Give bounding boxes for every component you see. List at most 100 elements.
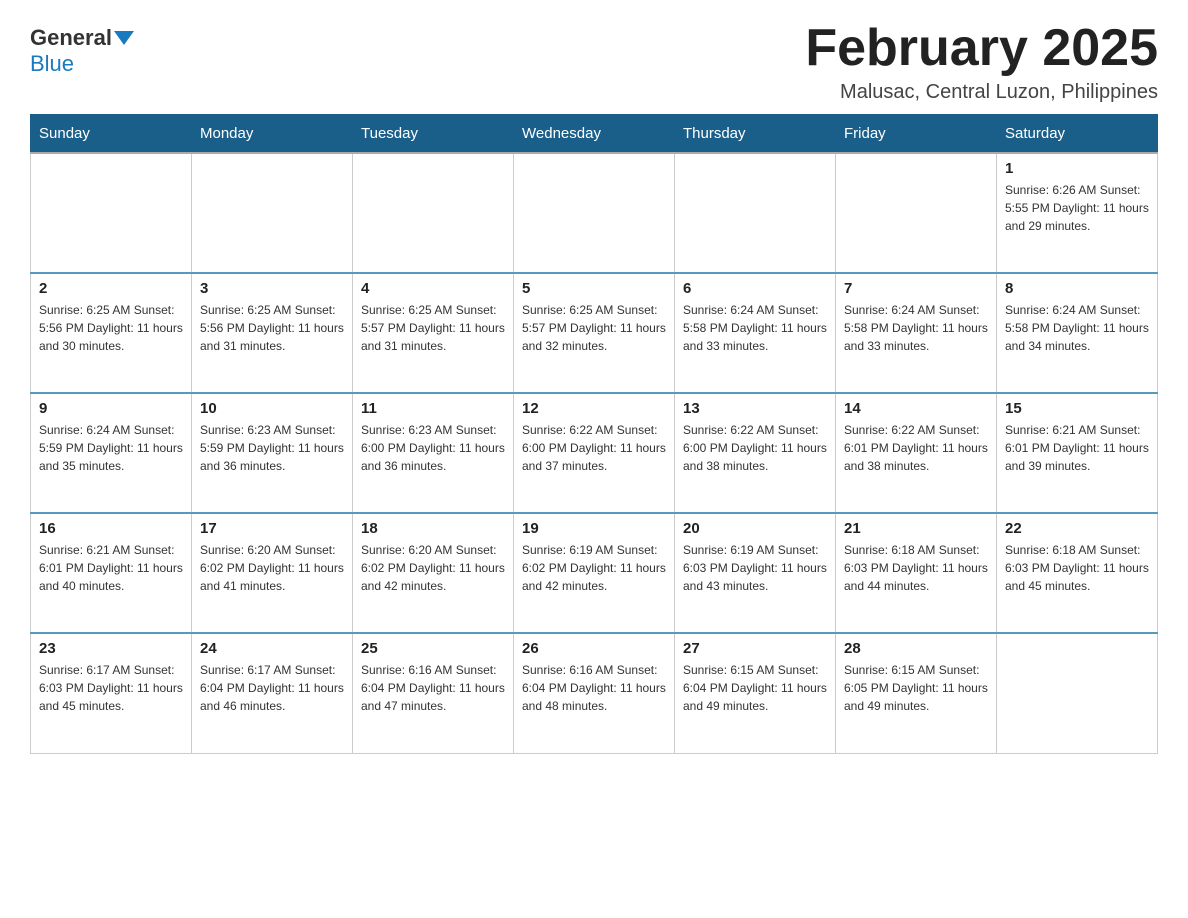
logo-general-text: General	[30, 25, 112, 51]
calendar-week-row: 23 Sunrise: 6:17 AM Sunset: 6:03 PM Dayli…	[31, 633, 1158, 753]
day-number: 24	[200, 640, 344, 657]
day-number: 4	[361, 280, 505, 297]
day-number: 23	[39, 640, 183, 657]
day-number: 15	[1005, 400, 1149, 417]
day-info: Sunrise: 6:20 AM Sunset: 6:02 PM Dayligh…	[361, 541, 505, 595]
calendar-cell: 24 Sunrise: 6:17 AM Sunset: 6:04 PM Dayli…	[192, 633, 353, 753]
calendar-cell	[192, 153, 353, 273]
day-info: Sunrise: 6:20 AM Sunset: 6:02 PM Dayligh…	[200, 541, 344, 595]
weekday-header-monday: Monday	[192, 115, 353, 154]
day-info: Sunrise: 6:24 AM Sunset: 5:59 PM Dayligh…	[39, 421, 183, 475]
calendar-cell: 16Sunrise: 6:21 AM Sunset: 6:01 PM Dayli…	[31, 513, 192, 633]
day-info: Sunrise: 6:24 AM Sunset: 5:58 PM Dayligh…	[683, 301, 827, 355]
calendar-cell	[997, 633, 1158, 753]
calendar-cell: 13 Sunrise: 6:22 AM Sunset: 6:00 PM Dayli…	[675, 393, 836, 513]
day-info: Sunrise: 6:22 AM Sunset: 6:00 PM Dayligh…	[683, 421, 827, 475]
day-number: 1	[1005, 160, 1149, 177]
calendar-cell: 5Sunrise: 6:25 AM Sunset: 5:57 PM Daylig…	[514, 273, 675, 393]
day-number: 10	[200, 400, 344, 417]
calendar-week-row: 1 Sunrise: 6:26 AM Sunset: 5:55 PM Daylig…	[31, 153, 1158, 273]
day-number: 14	[844, 400, 988, 417]
calendar-cell: 12 Sunrise: 6:22 AM Sunset: 6:00 PM Dayli…	[514, 393, 675, 513]
calendar-cell: 6 Sunrise: 6:24 AM Sunset: 5:58 PM Daylig…	[675, 273, 836, 393]
weekday-header-sunday: Sunday	[31, 115, 192, 154]
day-number: 11	[361, 400, 505, 417]
weekday-header-saturday: Saturday	[997, 115, 1158, 154]
day-number: 3	[200, 280, 344, 297]
weekday-header-wednesday: Wednesday	[514, 115, 675, 154]
weekday-header-thursday: Thursday	[675, 115, 836, 154]
calendar-cell	[675, 153, 836, 273]
day-number: 28	[844, 640, 988, 657]
day-number: 19	[522, 520, 666, 537]
day-info: Sunrise: 6:25 AM Sunset: 5:56 PM Dayligh…	[39, 301, 183, 355]
day-number: 6	[683, 280, 827, 297]
day-number: 27	[683, 640, 827, 657]
day-info: Sunrise: 6:23 AM Sunset: 5:59 PM Dayligh…	[200, 421, 344, 475]
day-number: 13	[683, 400, 827, 417]
day-info: Sunrise: 6:17 AM Sunset: 6:03 PM Dayligh…	[39, 661, 183, 715]
day-info: Sunrise: 6:24 AM Sunset: 5:58 PM Dayligh…	[1005, 301, 1149, 355]
day-info: Sunrise: 6:16 AM Sunset: 6:04 PM Dayligh…	[361, 661, 505, 715]
day-number: 8	[1005, 280, 1149, 297]
day-number: 18	[361, 520, 505, 537]
calendar-table: SundayMondayTuesdayWednesdayThursdayFrid…	[30, 114, 1158, 754]
day-number: 12	[522, 400, 666, 417]
day-info: Sunrise: 6:18 AM Sunset: 6:03 PM Dayligh…	[1005, 541, 1149, 595]
logo-arrow-icon	[114, 31, 134, 45]
calendar-header-row: SundayMondayTuesdayWednesdayThursdayFrid…	[31, 115, 1158, 154]
day-info: Sunrise: 6:25 AM Sunset: 5:56 PM Dayligh…	[200, 301, 344, 355]
day-info: Sunrise: 6:22 AM Sunset: 6:00 PM Dayligh…	[522, 421, 666, 475]
logo-blue-text: Blue	[30, 51, 74, 77]
day-info: Sunrise: 6:19 AM Sunset: 6:03 PM Dayligh…	[683, 541, 827, 595]
weekday-header-tuesday: Tuesday	[353, 115, 514, 154]
page-header: General Blue February 2025 Malusac, Cent…	[30, 20, 1158, 104]
calendar-cell	[836, 153, 997, 273]
calendar-cell	[353, 153, 514, 273]
location-text: Malusac, Central Luzon, Philippines	[805, 81, 1158, 104]
calendar-cell: 21Sunrise: 6:18 AM Sunset: 6:03 PM Dayli…	[836, 513, 997, 633]
calendar-cell: 23 Sunrise: 6:17 AM Sunset: 6:03 PM Dayli…	[31, 633, 192, 753]
weekday-header-friday: Friday	[836, 115, 997, 154]
day-info: Sunrise: 6:15 AM Sunset: 6:05 PM Dayligh…	[844, 661, 988, 715]
calendar-cell: 8 Sunrise: 6:24 AM Sunset: 5:58 PM Daylig…	[997, 273, 1158, 393]
calendar-cell: 9 Sunrise: 6:24 AM Sunset: 5:59 PM Daylig…	[31, 393, 192, 513]
day-info: Sunrise: 6:26 AM Sunset: 5:55 PM Dayligh…	[1005, 181, 1149, 235]
day-number: 9	[39, 400, 183, 417]
day-info: Sunrise: 6:24 AM Sunset: 5:58 PM Dayligh…	[844, 301, 988, 355]
day-info: Sunrise: 6:22 AM Sunset: 6:01 PM Dayligh…	[844, 421, 988, 475]
calendar-week-row: 2 Sunrise: 6:25 AM Sunset: 5:56 PM Daylig…	[31, 273, 1158, 393]
calendar-cell: 17 Sunrise: 6:20 AM Sunset: 6:02 PM Dayli…	[192, 513, 353, 633]
day-info: Sunrise: 6:17 AM Sunset: 6:04 PM Dayligh…	[200, 661, 344, 715]
day-info: Sunrise: 6:18 AM Sunset: 6:03 PM Dayligh…	[844, 541, 988, 595]
day-number: 20	[683, 520, 827, 537]
calendar-cell: 2 Sunrise: 6:25 AM Sunset: 5:56 PM Daylig…	[31, 273, 192, 393]
day-info: Sunrise: 6:25 AM Sunset: 5:57 PM Dayligh…	[361, 301, 505, 355]
calendar-cell	[514, 153, 675, 273]
logo: General Blue	[30, 20, 136, 77]
day-info: Sunrise: 6:21 AM Sunset: 6:01 PM Dayligh…	[1005, 421, 1149, 475]
calendar-cell	[31, 153, 192, 273]
day-number: 25	[361, 640, 505, 657]
calendar-cell: 22Sunrise: 6:18 AM Sunset: 6:03 PM Dayli…	[997, 513, 1158, 633]
calendar-cell: 10 Sunrise: 6:23 AM Sunset: 5:59 PM Dayli…	[192, 393, 353, 513]
day-info: Sunrise: 6:21 AM Sunset: 6:01 PM Dayligh…	[39, 541, 183, 595]
calendar-cell: 19Sunrise: 6:19 AM Sunset: 6:02 PM Dayli…	[514, 513, 675, 633]
month-title: February 2025	[805, 20, 1158, 77]
calendar-cell: 27 Sunrise: 6:15 AM Sunset: 6:04 PM Dayli…	[675, 633, 836, 753]
calendar-week-row: 16Sunrise: 6:21 AM Sunset: 6:01 PM Dayli…	[31, 513, 1158, 633]
day-number: 2	[39, 280, 183, 297]
title-section: February 2025 Malusac, Central Luzon, Ph…	[805, 20, 1158, 104]
calendar-cell: 15 Sunrise: 6:21 AM Sunset: 6:01 PM Dayli…	[997, 393, 1158, 513]
calendar-cell: 3 Sunrise: 6:25 AM Sunset: 5:56 PM Daylig…	[192, 273, 353, 393]
day-number: 17	[200, 520, 344, 537]
calendar-cell: 25 Sunrise: 6:16 AM Sunset: 6:04 PM Dayli…	[353, 633, 514, 753]
calendar-cell: 28 Sunrise: 6:15 AM Sunset: 6:05 PM Dayli…	[836, 633, 997, 753]
day-info: Sunrise: 6:23 AM Sunset: 6:00 PM Dayligh…	[361, 421, 505, 475]
day-info: Sunrise: 6:15 AM Sunset: 6:04 PM Dayligh…	[683, 661, 827, 715]
calendar-cell: 1 Sunrise: 6:26 AM Sunset: 5:55 PM Daylig…	[997, 153, 1158, 273]
calendar-cell: 11 Sunrise: 6:23 AM Sunset: 6:00 PM Dayli…	[353, 393, 514, 513]
calendar-cell: 4 Sunrise: 6:25 AM Sunset: 5:57 PM Daylig…	[353, 273, 514, 393]
calendar-cell: 7 Sunrise: 6:24 AM Sunset: 5:58 PM Daylig…	[836, 273, 997, 393]
day-number: 7	[844, 280, 988, 297]
